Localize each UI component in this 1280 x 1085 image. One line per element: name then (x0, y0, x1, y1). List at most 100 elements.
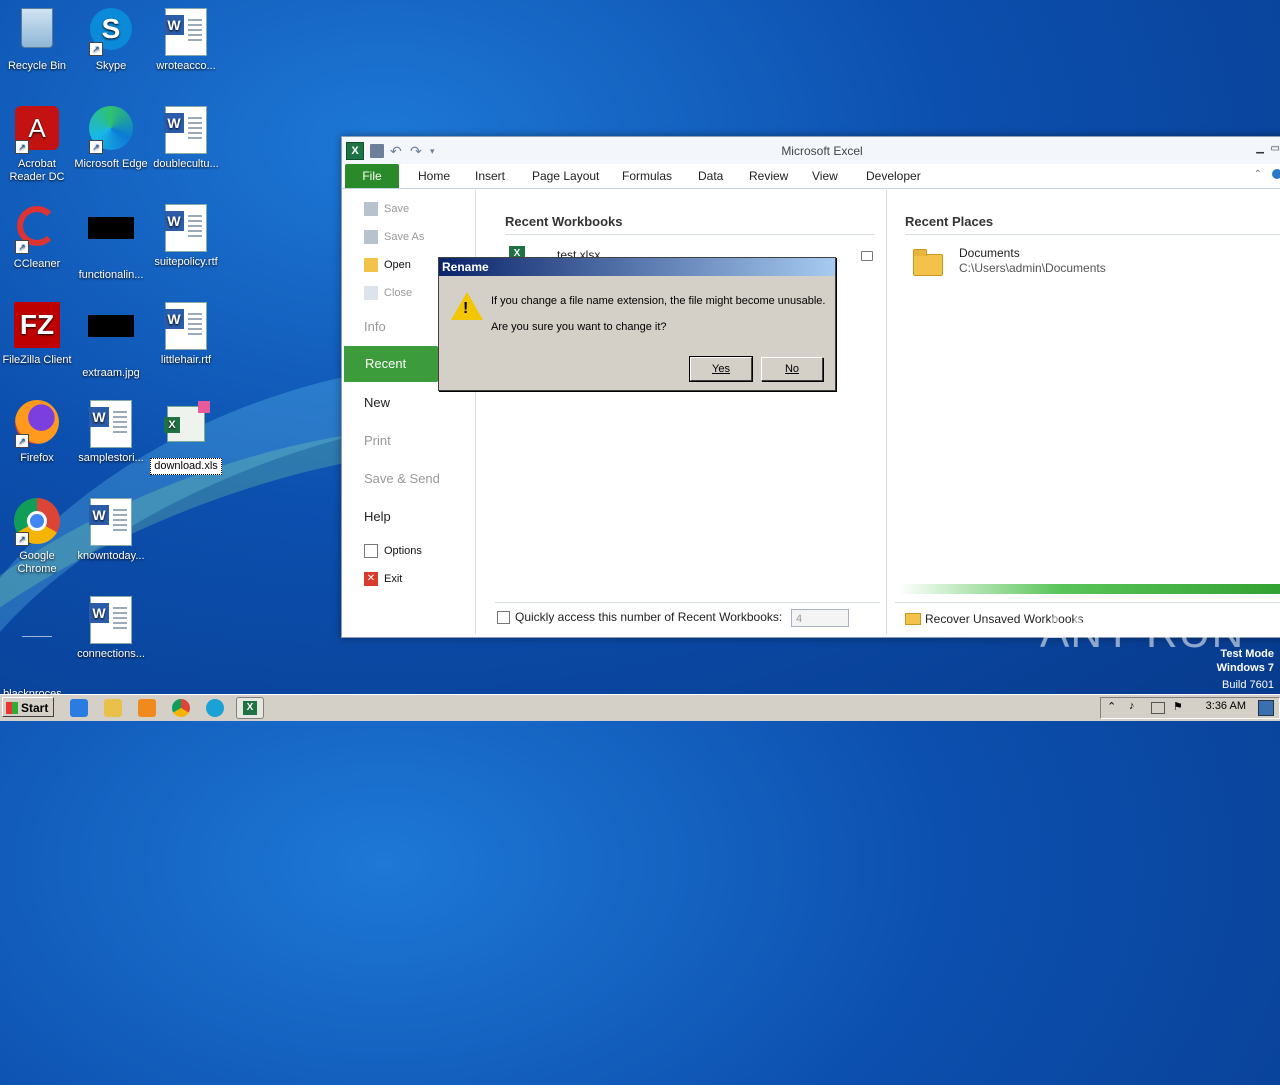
desktop-icon-blackprocess[interactable]: blackproces... (0, 596, 74, 701)
desktop-icon-littlehair[interactable]: W littlehair.rtf (149, 302, 223, 367)
desktop-icon-connections[interactable]: W connections... (74, 596, 148, 661)
save-as-icon (364, 230, 378, 244)
dialog-question: Are you sure you want to change it? (491, 321, 667, 333)
explorer-icon[interactable] (104, 699, 122, 717)
desktop-icon-recycle-bin[interactable]: Recycle Bin (0, 8, 74, 73)
tab-data[interactable]: Data (698, 169, 723, 183)
help-icon[interactable] (1272, 169, 1280, 179)
clock[interactable]: 3:36 AM (1206, 700, 1246, 712)
windows-version-label: Windows 7 (1216, 662, 1274, 674)
edge-icon: ↗ (87, 106, 135, 154)
tab-home[interactable]: Home (418, 169, 450, 183)
tab-formulas[interactable]: Formulas (622, 169, 672, 183)
desktop-icon-edge[interactable]: ↗ Microsoft Edge (74, 106, 148, 171)
desktop-icon-doublecultu[interactable]: W doublecultu... (149, 106, 223, 171)
restore-icon[interactable]: ▭ (1271, 143, 1280, 154)
desktop-icon-firefox[interactable]: ↗ Firefox (0, 400, 74, 465)
excel-taskbar-button[interactable]: X (236, 697, 264, 719)
exit-icon: ✕ (364, 572, 378, 586)
taskbar: Start X ⌃ ♪ ⚑ 3:36 AM (0, 694, 1280, 721)
nav-save-as[interactable]: Save As (364, 230, 424, 244)
tab-page-layout[interactable]: Page Layout (532, 169, 599, 183)
tab-review[interactable]: Review (749, 169, 788, 183)
nav-print[interactable]: Print (364, 433, 391, 448)
desktop-icon-skype[interactable]: S ↗ Skype (74, 8, 148, 73)
nav-save-send[interactable]: Save & Send (364, 471, 440, 486)
image-thumbnail-icon (87, 315, 135, 363)
media-player-icon[interactable] (138, 699, 156, 717)
recent-workbooks-heading: Recent Workbooks (505, 214, 623, 229)
firefox-icon: ↗ (13, 400, 61, 448)
word-document-icon: W (87, 596, 135, 644)
divider (905, 234, 1280, 235)
quick-access-checkbox[interactable] (497, 611, 510, 624)
folder-icon (913, 249, 943, 276)
nav-recent[interactable]: Recent (344, 346, 453, 382)
no-button[interactable]: No (761, 357, 823, 381)
dialog-message: If you change a file name extension, the… (491, 295, 826, 307)
chrome-icon: ↗ (13, 498, 61, 546)
desktop-icon-chrome[interactable]: ↗ Google Chrome (0, 498, 74, 576)
desktop-icon-download-xls[interactable]: X download.xls (149, 400, 223, 479)
nav-save[interactable]: Save (364, 202, 409, 216)
options-icon (364, 544, 378, 558)
acrobat-icon: A ↗ (13, 106, 61, 154)
desktop-icon-wroteacco[interactable]: W wroteacco... (149, 8, 223, 73)
tab-insert[interactable]: Insert (475, 169, 505, 183)
show-desktop-icon[interactable] (1258, 700, 1274, 716)
desktop-icon-filezilla[interactable]: FZ FileZilla Client (0, 302, 74, 367)
word-document-icon: W (87, 498, 135, 546)
volume-icon[interactable]: ♪ (1129, 700, 1135, 712)
nav-close[interactable]: Close (364, 286, 412, 300)
save-icon (364, 202, 378, 216)
nav-exit[interactable]: ✕ Exit (364, 572, 402, 586)
title-bar: X ↶ ↷ ▾ Microsoft Excel ▁ ▭ (342, 137, 1280, 164)
open-folder-icon (364, 258, 378, 272)
quick-access-label: Quickly access this number of Recent Wor… (515, 610, 783, 624)
collapse-ribbon-icon[interactable]: ⌃ (1254, 169, 1262, 180)
recent-places-heading: Recent Places (905, 214, 994, 229)
desktop-icon-functionalin[interactable]: functionalin... (74, 204, 148, 282)
chrome-icon[interactable] (172, 699, 190, 717)
ccleaner-icon: ↗ (13, 206, 61, 254)
desktop-icon-samplestori[interactable]: W samplestori... (74, 400, 148, 465)
nav-help[interactable]: Help (364, 509, 391, 524)
nav-info[interactable]: Info (364, 319, 386, 334)
nav-new[interactable]: New (364, 395, 390, 410)
image-thumbnail-icon (87, 217, 135, 265)
pin-icon[interactable] (861, 251, 873, 261)
show-hidden-icons-icon[interactable]: ⌃ (1107, 700, 1116, 713)
network-icon[interactable] (1151, 702, 1165, 714)
quick-access-count-input[interactable]: 4 (791, 609, 849, 627)
word-document-icon: W (162, 8, 210, 56)
tab-view[interactable]: View (812, 169, 838, 183)
nav-options[interactable]: Options (364, 544, 422, 558)
recent-place-item[interactable]: Documents C:\Users\admin\Documents (909, 244, 1280, 278)
desktop-icon-suitepolicy[interactable]: W suitepolicy.rtf (149, 204, 223, 269)
word-document-icon: W (87, 400, 135, 448)
tab-file[interactable]: File (345, 164, 399, 188)
ie-icon[interactable] (70, 699, 88, 717)
skype-icon: S ↗ (87, 8, 135, 56)
ribbon-tabs: File Home Insert Page Layout Formulas Da… (342, 164, 1280, 189)
decorative-band (898, 584, 1280, 594)
start-button[interactable]: Start (2, 697, 54, 717)
desktop-icon-acrobat[interactable]: A ↗ Acrobat Reader DC (0, 106, 74, 184)
nav-open[interactable]: Open (364, 258, 411, 272)
tab-developer[interactable]: Developer (866, 169, 921, 183)
recent-places-panel: Recent Places Documents C:\Users\admin\D… (886, 190, 1280, 634)
divider (895, 602, 1280, 603)
edge-icon[interactable] (206, 699, 224, 717)
anyrun-watermark: ANY RUN (1040, 608, 1245, 657)
word-document-icon: W (162, 302, 210, 350)
desktop-icon-ccleaner[interactable]: ↗ CCleaner (0, 204, 74, 271)
window-title: Microsoft Excel (781, 144, 863, 158)
action-center-flag-icon[interactable]: ⚑ (1173, 700, 1183, 713)
minimize-icon[interactable]: ▁ (1256, 143, 1264, 154)
rename-dialog: Rename ! If you change a file name exten… (438, 257, 836, 391)
windows-flag-icon (6, 702, 18, 714)
desktop-icon-knowntoday[interactable]: W knowntoday... (74, 498, 148, 563)
desktop-icon-extraam[interactable]: extraam.jpg (74, 302, 148, 380)
yes-button[interactable]: Yes (689, 356, 753, 382)
word-document-icon: W (162, 106, 210, 154)
